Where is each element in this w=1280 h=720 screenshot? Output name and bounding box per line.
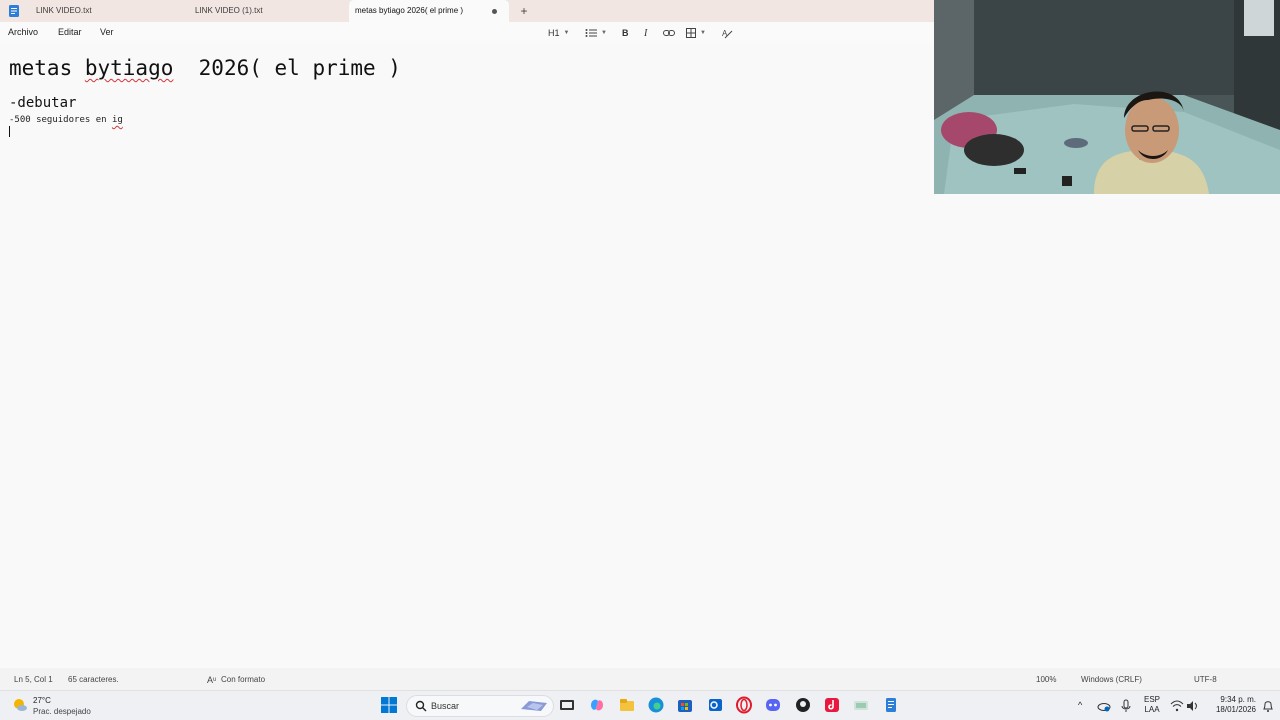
tab-label: LINK VIDEO (1).txt bbox=[195, 6, 263, 15]
webcam-overlay bbox=[934, 0, 1280, 194]
document-heading-1: metas bytiago 2026( el prime ) bbox=[9, 56, 401, 80]
webcam-feed bbox=[934, 0, 1280, 194]
chevron-down-icon: ▼ bbox=[563, 30, 570, 36]
chevron-down-icon: ▼ bbox=[601, 30, 607, 36]
volume-icon[interactable] bbox=[1186, 700, 1200, 712]
copilot-icon[interactable] bbox=[588, 696, 606, 714]
notifications-icon[interactable] bbox=[1262, 699, 1274, 713]
outlook-icon[interactable] bbox=[706, 696, 724, 714]
chevron-down-icon: ▼ bbox=[700, 30, 706, 36]
menu-bar: Archivo Editar Ver H1 ▼ ▼ B I ▼ A bbox=[0, 22, 934, 44]
italic-button[interactable]: I bbox=[644, 26, 647, 40]
chevron-up-icon[interactable]: ^ bbox=[1078, 700, 1082, 710]
encoding[interactable]: UTF-8 bbox=[1194, 675, 1217, 684]
opera-icon[interactable] bbox=[735, 696, 753, 714]
cloud-sync-icon[interactable] bbox=[1097, 699, 1111, 713]
list-dropdown[interactable]: ▼ bbox=[585, 26, 607, 40]
wifi-icon[interactable] bbox=[1170, 700, 1184, 712]
document-line-2: -debutar bbox=[9, 95, 77, 111]
tab-metas-active[interactable]: metas bytiago 2026( el prime ) bbox=[349, 0, 509, 22]
tiktok-icon[interactable] bbox=[823, 696, 841, 714]
clock[interactable]: 9:34 p. m. 18/01/2026 bbox=[1206, 695, 1256, 715]
menu-ver[interactable]: Ver bbox=[100, 27, 114, 37]
misspelled-word[interactable]: bytiago bbox=[85, 56, 174, 80]
empty-area bbox=[934, 194, 1280, 668]
misspelled-word[interactable]: ig bbox=[112, 115, 123, 125]
clear-format-icon: A bbox=[722, 29, 733, 38]
language-code: ESP bbox=[1143, 695, 1160, 704]
file-explorer-icon[interactable] bbox=[618, 696, 636, 714]
notepad-taskbar-icon[interactable] bbox=[882, 696, 900, 714]
document-line-3: -500 seguidores en ig bbox=[9, 115, 123, 125]
format-toggle[interactable]: Aᶸ bbox=[207, 675, 216, 685]
heading-label: H1 bbox=[548, 28, 560, 38]
app-icon[interactable] bbox=[852, 696, 870, 714]
link-button[interactable] bbox=[663, 26, 675, 40]
clear-formatting-button[interactable]: A bbox=[722, 26, 733, 40]
keyboard-layout: LAA bbox=[1144, 705, 1160, 714]
tab-bar: LINK VIDEO.txt LINK VIDEO (1).txt metas … bbox=[0, 0, 934, 22]
body-text: -500 seguidores en bbox=[9, 115, 112, 125]
heading-text: 2026( el prime ) bbox=[173, 56, 401, 80]
format-icon: Aᶸ bbox=[207, 675, 217, 685]
bold-button[interactable]: B bbox=[622, 26, 629, 40]
discord-icon[interactable] bbox=[764, 696, 782, 714]
github-icon[interactable] bbox=[794, 696, 812, 714]
editor-area[interactable]: metas bytiago 2026( el prime ) -debutar … bbox=[0, 44, 934, 668]
task-view-icon[interactable] bbox=[558, 696, 576, 714]
microphone-icon[interactable] bbox=[1120, 699, 1132, 713]
search-icon bbox=[415, 700, 427, 712]
store-icon[interactable] bbox=[676, 696, 694, 714]
new-tab-button[interactable]: + bbox=[516, 3, 532, 19]
menu-archivo[interactable]: Archivo bbox=[8, 27, 38, 37]
svg-text:A: A bbox=[722, 29, 728, 38]
search-highlight-icon bbox=[521, 701, 547, 711]
cursor-position: Ln 5, Col 1 bbox=[14, 675, 53, 684]
taskbar: 27°C Prac. despejado Buscar ^ ESP LAA 9:3… bbox=[0, 690, 1280, 720]
edge-icon[interactable] bbox=[647, 696, 665, 714]
unsaved-dot-icon[interactable] bbox=[492, 9, 497, 14]
list-icon bbox=[585, 29, 597, 37]
tab-label: LINK VIDEO.txt bbox=[36, 6, 92, 15]
zoom-level[interactable]: 100% bbox=[1036, 675, 1056, 684]
weather-temperature: 27°C bbox=[33, 696, 51, 705]
tab-link-video-1[interactable]: LINK VIDEO (1).txt bbox=[189, 0, 349, 22]
status-bar: Ln 5, Col 1 65 caracteres. Aᶸ Con format… bbox=[0, 668, 1280, 690]
search-placeholder: Buscar bbox=[431, 701, 460, 711]
italic-icon: I bbox=[644, 27, 648, 39]
taskbar-search[interactable]: Buscar bbox=[406, 695, 554, 717]
heading-dropdown[interactable]: H1 ▼ bbox=[548, 26, 569, 40]
tab-label: metas bytiago 2026( el prime ) bbox=[355, 6, 464, 15]
bold-icon: B bbox=[622, 28, 629, 38]
table-icon bbox=[686, 28, 696, 38]
sun-cloud-icon bbox=[14, 699, 27, 711]
link-icon bbox=[663, 30, 675, 36]
menu-editar[interactable]: Editar bbox=[58, 27, 82, 37]
format-label[interactable]: Con formato bbox=[221, 675, 265, 684]
language-indicator[interactable]: ESP LAA bbox=[1143, 695, 1161, 715]
clock-time: 9:34 p. m. bbox=[1220, 695, 1256, 704]
heading-text: metas bbox=[9, 56, 85, 80]
tab-link-video[interactable]: LINK VIDEO.txt bbox=[30, 0, 190, 22]
character-count: 65 caracteres. bbox=[68, 675, 119, 684]
clock-date: 18/01/2026 bbox=[1215, 705, 1256, 714]
table-dropdown[interactable]: ▼ bbox=[686, 26, 706, 40]
weather-condition: Prac. despejado bbox=[33, 707, 91, 716]
line-ending[interactable]: Windows (CRLF) bbox=[1081, 675, 1142, 684]
text-cursor bbox=[9, 126, 10, 137]
notepad-icon[interactable] bbox=[8, 4, 20, 18]
windows-start-icon[interactable] bbox=[380, 696, 398, 714]
